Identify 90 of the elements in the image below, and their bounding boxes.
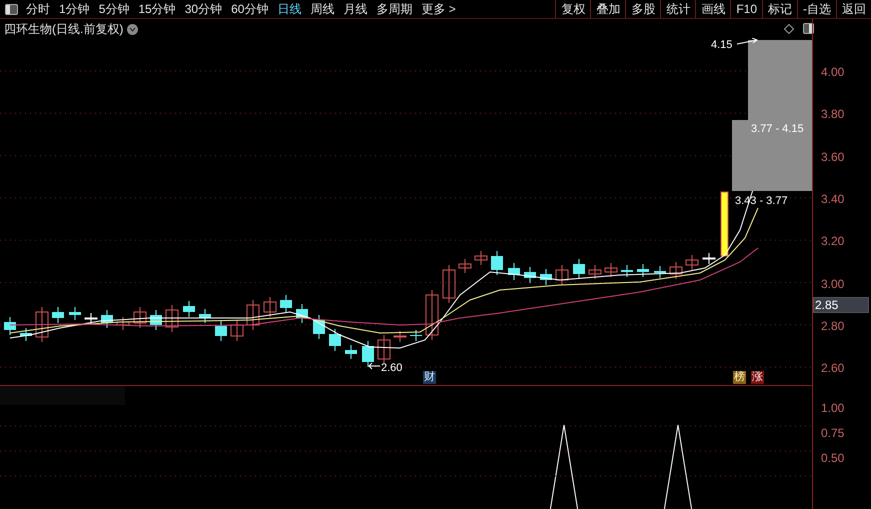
- candlestick: [246, 300, 260, 330]
- candlestick: [394, 330, 406, 342]
- price-label: 4.15: [711, 38, 732, 53]
- candlestick: [313, 314, 325, 340]
- candlestick: [101, 310, 113, 328]
- period-tab[interactable]: 30分钟: [184, 0, 222, 18]
- candlestick: [540, 268, 552, 286]
- arrow-icon: [737, 38, 759, 46]
- toolbar-button[interactable]: 返回: [836, 0, 871, 18]
- toolbar-button[interactable]: 标记: [762, 0, 797, 18]
- candlestick: [183, 300, 195, 318]
- candlestick: [637, 264, 649, 278]
- axis-label: 0.50: [821, 450, 844, 467]
- candlestick: [69, 306, 81, 320]
- candlestick: [264, 296, 276, 318]
- candlestick: [573, 258, 585, 280]
- axis-label: 3.60: [821, 148, 844, 166]
- period-tab[interactable]: 1分钟: [59, 0, 90, 18]
- axis-label: 2.60: [821, 360, 844, 378]
- candlestick: [215, 320, 227, 342]
- candlestick: [150, 310, 162, 330]
- candlestick: [199, 308, 211, 324]
- candlestick: [329, 328, 341, 352]
- candlestick: [116, 316, 130, 330]
- period-tab[interactable]: 多周期: [376, 0, 412, 18]
- period-tab[interactable]: 分时: [26, 0, 50, 18]
- toolbar-button[interactable]: 多股: [625, 0, 660, 18]
- arrow-icon: [368, 362, 380, 370]
- candlestick: [702, 252, 716, 264]
- candlestick: [621, 264, 633, 278]
- candlestick: [84, 312, 98, 324]
- axis-label: 0.75: [821, 425, 844, 442]
- candlestick: [166, 304, 178, 332]
- toolbar-button[interactable]: 叠加: [590, 0, 626, 18]
- current-price-tag: 2.85: [813, 297, 869, 313]
- candlestick: [134, 306, 146, 328]
- axis-label: 3.00: [821, 276, 844, 292]
- chart-title: 四环生物(日线.前复权): [4, 21, 124, 38]
- toolbar-button[interactable]: 复权: [555, 0, 590, 18]
- toolbar-button[interactable]: 画线: [695, 0, 730, 18]
- candlestick: [362, 340, 374, 368]
- axis-label: 1.00: [821, 400, 844, 417]
- candlestick: [426, 290, 438, 340]
- period-tab[interactable]: 15分钟: [138, 0, 176, 18]
- candlestick: [296, 304, 308, 324]
- period-tab[interactable]: 60分钟: [231, 0, 268, 18]
- candlestick: [458, 258, 472, 274]
- axis-label: 3.20: [821, 233, 844, 250]
- axis-label: 4.00: [821, 64, 844, 81]
- candlestick: [556, 264, 568, 286]
- axis-label: 3.40: [821, 190, 844, 208]
- marker-badge[interactable]: 财: [423, 371, 436, 384]
- candlestick: [474, 250, 488, 266]
- candlestick: [654, 266, 666, 278]
- period-tab[interactable]: 日线: [277, 0, 302, 18]
- candlestick: [604, 262, 618, 278]
- diamond-icon[interactable]: [784, 24, 794, 34]
- period-tab[interactable]: 月线: [343, 0, 368, 18]
- price-range-label: 3.77 - 4.15: [751, 122, 804, 137]
- candlestick: [720, 192, 728, 256]
- candlestick: [345, 344, 357, 360]
- candlestick: [4, 316, 16, 336]
- panel-toggle-icon[interactable]: [803, 23, 814, 34]
- candlestick: [410, 330, 422, 342]
- period-tab[interactable]: 更多 >: [421, 0, 456, 18]
- candlestick: [378, 334, 390, 364]
- candlestick: [52, 306, 64, 324]
- period-tab[interactable]: 周线: [310, 0, 334, 18]
- marker-badge[interactable]: 榜: [733, 371, 746, 384]
- candlestick: [588, 264, 602, 280]
- toolbar-button[interactable]: F10: [730, 0, 762, 18]
- candlestick: [524, 266, 536, 284]
- candlestick: [508, 262, 520, 280]
- axis-label: 3.80: [821, 106, 844, 124]
- price-label: 2.60: [381, 361, 402, 376]
- candlestick: [686, 254, 698, 270]
- period-tab[interactable]: 5分钟: [98, 0, 130, 18]
- candlestick: [36, 306, 48, 342]
- toolbar-button[interactable]: -自选: [797, 0, 836, 18]
- candlestick: [670, 262, 682, 280]
- candlestick: [20, 328, 32, 342]
- marker-badge[interactable]: 涨: [751, 371, 764, 384]
- candlestick: [442, 264, 456, 304]
- panel-toggle-icon[interactable]: [5, 4, 18, 14]
- candlestick: [230, 320, 244, 342]
- candlestick: [280, 294, 292, 314]
- dropdown-icon[interactable]: [127, 24, 138, 34]
- toolbar-button[interactable]: 统计: [660, 0, 696, 18]
- axis-label: 2.80: [821, 318, 844, 335]
- candlestick: [491, 250, 503, 276]
